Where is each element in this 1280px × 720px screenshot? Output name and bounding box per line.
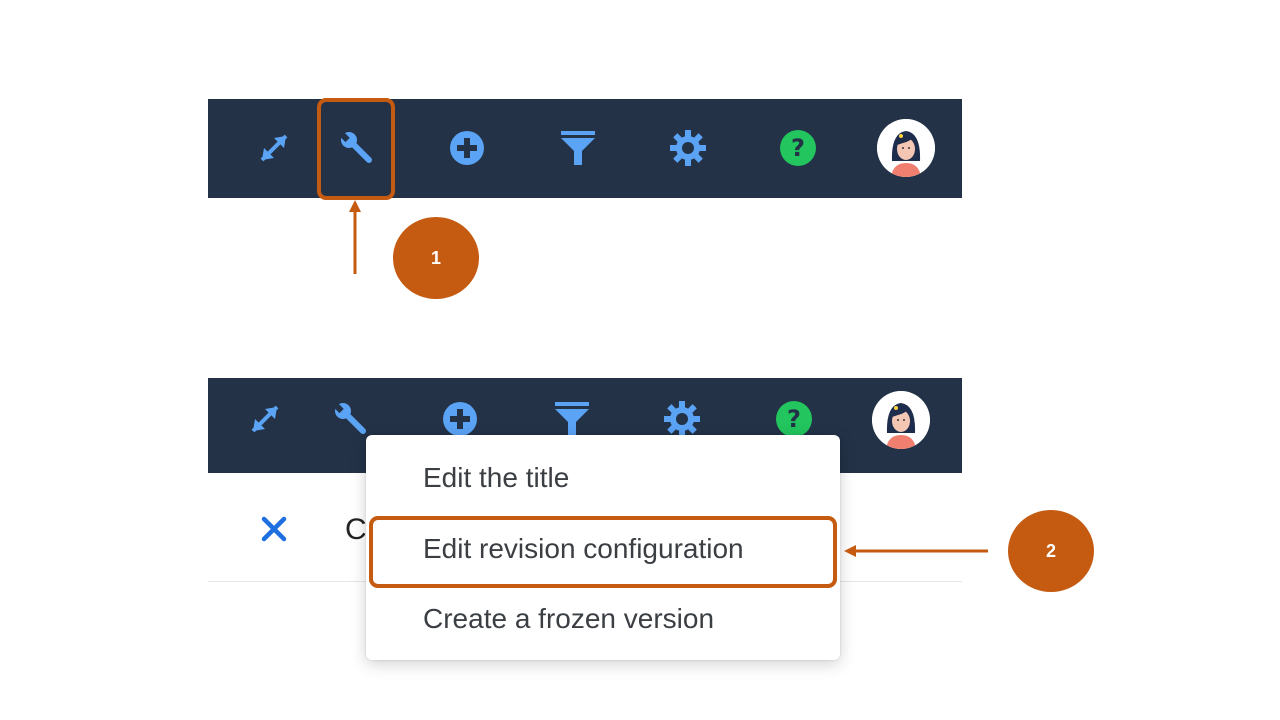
revision-config-highlight — [369, 516, 837, 588]
expand-icon[interactable] — [243, 397, 287, 441]
avatar[interactable] — [872, 391, 930, 449]
svg-text:?: ? — [791, 134, 805, 162]
svg-text:?: ? — [787, 405, 801, 433]
wrench-icon[interactable] — [328, 397, 372, 441]
arrow-to-wrench — [349, 200, 361, 274]
close-icon[interactable] — [260, 515, 288, 543]
menu-item-edit-title[interactable]: Edit the title — [366, 443, 840, 513]
filter-icon[interactable] — [556, 126, 600, 170]
wrench-highlight — [317, 98, 395, 200]
step-badge-2: 2 — [1008, 510, 1094, 592]
panel-title: C — [345, 513, 367, 546]
expand-icon[interactable] — [252, 126, 296, 170]
help-icon[interactable]: ? — [776, 126, 820, 170]
menu-item-create-frozen-version[interactable]: Create a frozen version — [366, 584, 840, 654]
avatar[interactable] — [877, 119, 935, 177]
step-badge-1: 1 — [393, 217, 479, 299]
gear-icon[interactable] — [666, 126, 710, 170]
arrow-to-menu-item — [844, 545, 988, 557]
add-icon[interactable] — [445, 126, 489, 170]
